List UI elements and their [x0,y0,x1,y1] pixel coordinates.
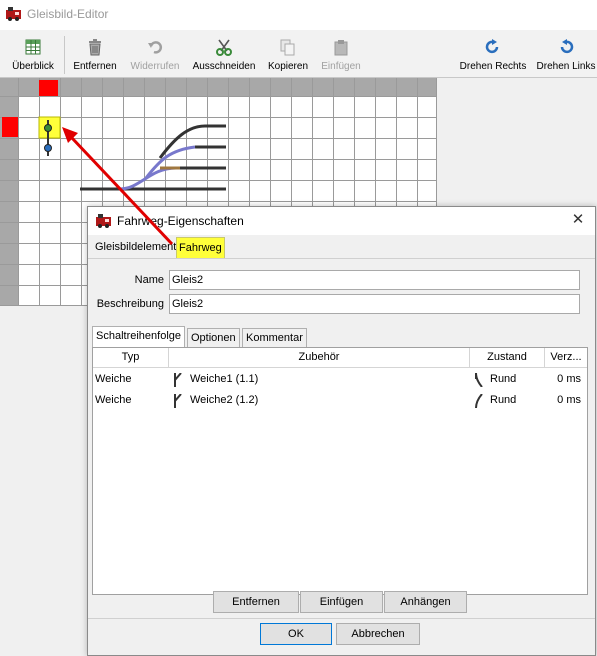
cancel-button[interactable]: Abbrechen [336,623,420,645]
cut-label: Ausschneiden [192,61,256,72]
rotate-right-label: Drehen Rechts [459,61,527,72]
name-input[interactable]: Gleis2 [169,270,580,290]
window-titlebar: Gleisbild-Editor [0,0,597,30]
accessory-cell: Weiche1 (1.1) [190,373,259,385]
paste-label: Einfügen [321,61,361,72]
dialog-footer-divider [88,618,595,619]
horizontal-ruler [0,78,437,96]
overview-button[interactable]: Überblick [6,30,60,78]
turnout-state-icon [475,373,483,387]
sub-tab-strip: Schaltreihenfolge Optionen Kommentar [92,326,592,348]
state-cell: Rund [490,373,517,385]
dialog-title: Fahrweg-Eigenschaften [117,214,244,228]
name-label: Name [134,274,164,286]
type-cell: Weiche [95,373,132,385]
tab-options[interactable]: Optionen [187,328,240,348]
signal-blue-light [44,144,52,152]
row-marker [2,117,18,137]
rotate-left-button[interactable]: Drehen Links [534,30,597,78]
undo-button[interactable]: Widerrufen [126,30,184,78]
description-input[interactable]: Gleis2 [169,294,580,314]
turnout-icon [174,394,182,408]
vertical-ruler [0,78,18,306]
table-grid-icon [25,39,41,55]
trash-icon [89,39,101,56]
tab-switching-order[interactable]: Schaltreihenfolge [92,326,186,348]
table-header: Typ Zubehör Zustand Verz... [93,348,587,368]
locomotive-app-icon [6,7,21,21]
insert-entry-button[interactable]: Einfügen [300,591,383,613]
signal-green-light [44,124,52,132]
rotate-right-icon [485,39,499,54]
window-title: Gleisbild-Editor [27,7,109,21]
rotate-left-icon [560,39,574,54]
turnout-state-icon [475,394,483,408]
accessory-cell: Weiche2 (1.2) [190,394,259,406]
table-row[interactable]: Weiche Weiche1 (1.1) Rund 0 ms [93,369,587,390]
column-header-accessory[interactable]: Zubehör [169,348,470,368]
column-header-type[interactable]: Typ [93,348,169,368]
dialog-titlebar: Fahrweg-Eigenschaften ✕ [88,207,595,235]
undo-icon [148,41,163,54]
tab-divider [88,258,595,259]
overview-label: Überblick [12,61,54,72]
track-lines [80,124,226,191]
close-icon[interactable]: ✕ [569,211,587,229]
paste-button[interactable]: Einfügen [318,30,364,78]
locomotive-app-icon [96,214,111,228]
turnout-icon [174,373,182,387]
cut-button[interactable]: Ausschneiden [190,30,258,78]
tab-track-element[interactable]: Gleisbildelement [93,237,178,259]
column-header-state[interactable]: Zustand [470,348,545,368]
copy-label: Kopieren [267,61,309,72]
tab-route[interactable]: Fahrweg [176,237,225,259]
paste-icon [334,40,348,56]
rotate-left-label: Drehen Links [536,61,596,72]
delete-label: Entfernen [73,61,117,72]
type-cell: Weiche [95,394,132,406]
toolbar-separator [64,36,65,74]
state-cell: Rund [490,394,517,406]
remove-entry-button[interactable]: Entfernen [213,591,299,613]
column-header-delay[interactable]: Verz... [545,348,587,368]
undo-label: Widerrufen [130,61,180,72]
append-entry-button[interactable]: Anhängen [384,591,467,613]
description-label: Beschreibung [96,298,164,310]
scissors-icon [216,39,232,56]
tab-comment[interactable]: Kommentar [242,328,307,348]
route-properties-dialog: Fahrweg-Eigenschaften ✕ Gleisbildelement… [87,206,596,656]
ok-button[interactable]: OK [260,623,332,645]
accessory-table: Typ Zubehör Zustand Verz... Weiche Weich… [92,347,588,595]
copy-button[interactable]: Kopieren [264,30,312,78]
delay-cell: 0 ms [557,394,581,406]
column-marker [39,80,58,96]
table-row[interactable]: Weiche Weiche2 (1.2) Rund 0 ms [93,390,587,411]
rotate-right-button[interactable]: Drehen Rechts [456,30,530,78]
main-toolbar: Überblick Entfernen Widerrufen Ausschnei… [0,30,597,78]
copy-icon [280,39,295,56]
delete-button[interactable]: Entfernen [70,30,120,78]
delay-cell: 0 ms [557,373,581,385]
